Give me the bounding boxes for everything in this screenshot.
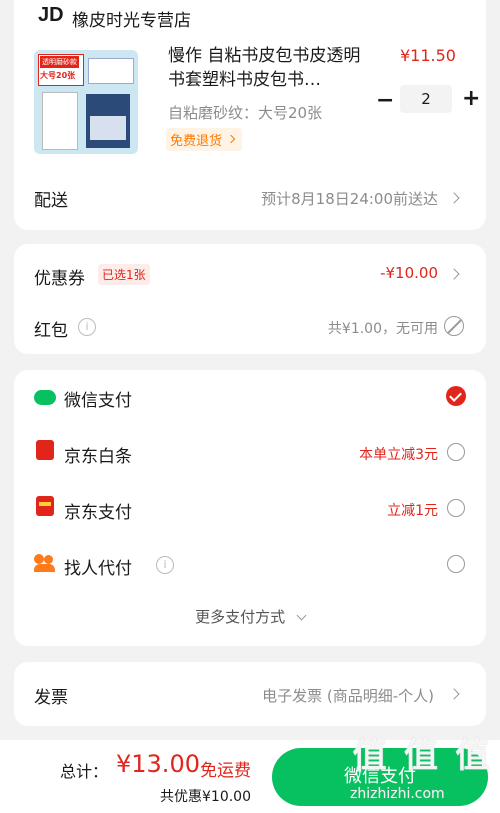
payment-label: 京东白条 (64, 447, 132, 467)
quantity-field[interactable]: 2 (400, 85, 452, 113)
jd-pay-icon (36, 496, 54, 516)
redpacket-info-icon[interactable]: i (78, 318, 96, 336)
payment-radio[interactable] (447, 443, 465, 461)
return-tag-chevron-icon (226, 134, 236, 144)
delivery-value[interactable]: 预计8月18日24:00前送达 (261, 188, 438, 209)
store-name[interactable]: 橡皮时光专营店 (72, 6, 191, 31)
product-variant[interactable]: 自粘磨砂纹：大号20张 (168, 102, 322, 123)
product-title[interactable]: 慢作 自粘书皮包书皮透明书套塑料书皮包书… (168, 44, 364, 92)
unavailable-icon (444, 316, 464, 336)
watermark-site: zhizhizhi.com (350, 786, 445, 802)
return-tag: 免费退货 (166, 128, 243, 151)
thumb-badge: 透明磨砂款 (40, 56, 79, 68)
watermark-logo: 值 值 值 (352, 736, 490, 776)
jd-logo: JD (38, 4, 64, 26)
coupon-label: 优惠券 (34, 269, 85, 289)
coupon-chevron-icon[interactable] (448, 268, 460, 280)
payment-method[interactable]: 找人代付 i (14, 538, 486, 592)
invoice-chevron-icon[interactable] (448, 688, 460, 700)
total-amount: ¥13.00 (116, 750, 200, 778)
quantity-plus-button[interactable]: + (462, 86, 480, 111)
quantity-value: 2 (421, 90, 431, 108)
delivery-chevron-icon[interactable] (448, 192, 460, 204)
invoice-card[interactable]: 发票 电子发票 (商品明细-个人) (14, 662, 486, 726)
friend-pay-icon (34, 554, 56, 572)
payment-promo: 立减1元 (387, 503, 438, 519)
coupon-badge: 已选1张 (98, 264, 150, 285)
order-card: JD 橡皮时光专营店 透明磨砂款 大号20张 慢作 自粘书皮包书皮透明书套塑料书… (14, 0, 486, 230)
payment-label: 京东支付 (64, 503, 132, 523)
payment-method[interactable]: 京东支付 立减1元 (14, 482, 486, 536)
invoice-value: 电子发票 (商品明细-个人) (262, 687, 434, 705)
redpacket-value: 共¥1.00，无可用 (327, 321, 438, 337)
discount-summary: 共优惠¥10.00 (160, 789, 251, 805)
payment-label: 找人代付 (64, 559, 132, 579)
wechat-pay-icon (34, 390, 56, 405)
redpacket-label: 红包 (34, 321, 68, 341)
checkout-bar: 总计： ¥13.00 免运费 共优惠¥10.00 微信支付 值 值 值 zhiz… (0, 736, 500, 813)
payment-label: 微信支付 (64, 391, 132, 411)
friend-pay-info-icon[interactable]: i (156, 556, 174, 574)
payment-method[interactable]: 微信支付 (14, 370, 486, 424)
payment-promo: 本单立减3元 (359, 447, 438, 463)
payment-radio[interactable] (447, 555, 465, 573)
invoice-label: 发票 (34, 688, 68, 708)
chevron-down-icon (296, 610, 307, 621)
total-label: 总计： (60, 762, 109, 781)
watermark: 值 值 值 zhizhizhi.com (346, 728, 496, 810)
quantity-minus-button[interactable]: − (376, 88, 394, 113)
payment-radio[interactable] (447, 499, 465, 517)
discount-card: 优惠券 已选1张 -¥10.00 红包 i 共¥1.00，无可用 (14, 244, 486, 354)
payment-card: 微信支付 京东白条 本单立减3元 京东支付 立减1元 找人代付 i 更多支付方式 (14, 370, 486, 646)
delivery-label: 配送 (34, 191, 68, 211)
product-thumbnail[interactable]: 透明磨砂款 大号20张 (34, 50, 138, 154)
payment-selected-icon[interactable] (446, 386, 466, 406)
jd-baitiao-icon (36, 440, 54, 460)
payment-method[interactable]: 京东白条 本单立减3元 (14, 426, 486, 480)
more-payment-methods[interactable]: 更多支付方式 (14, 606, 486, 627)
product-price: ¥11.50 (400, 46, 456, 65)
thumb-size: 大号20张 (40, 71, 76, 80)
free-shipping: 免运费 (200, 761, 251, 781)
coupon-value[interactable]: -¥10.00 (380, 264, 438, 282)
